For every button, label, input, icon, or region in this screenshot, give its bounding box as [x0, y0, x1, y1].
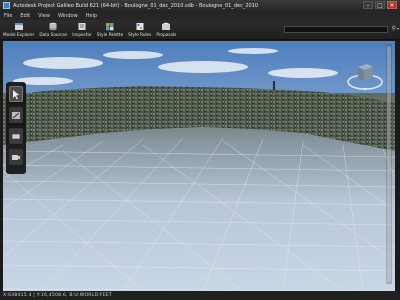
navigation-palette: [6, 82, 26, 174]
menu-help[interactable]: Help: [86, 13, 97, 19]
proposals-button[interactable]: Proposals: [156, 20, 176, 37]
terrain-scene: [3, 41, 395, 291]
maximize-button[interactable]: □: [375, 1, 385, 9]
proposals-icon: [162, 22, 171, 30]
window-controls: – □ ✕: [363, 1, 397, 9]
style-palette-label: Style Palette: [96, 32, 124, 37]
scrollbar-thumb[interactable]: [387, 46, 391, 282]
inspector-label: Inspector: [72, 32, 92, 37]
data-sources-button[interactable]: Data Sources: [39, 20, 67, 37]
search-icon[interactable]: ⚲: [392, 25, 396, 32]
select-tool-icon: [13, 89, 19, 99]
layer-tool-button[interactable]: [9, 128, 23, 144]
proposals-label: Proposals: [156, 32, 177, 37]
tower: [273, 81, 275, 90]
select-tool-button[interactable]: [9, 86, 23, 102]
menu-bar: File Edit View Window Help: [0, 11, 400, 20]
model-explorer-label: Model Explorer: [3, 32, 35, 37]
app-icon: [3, 2, 10, 9]
window-title: Autodesk Project Galileo Build 621 (64-b…: [13, 2, 259, 9]
model-explorer-button[interactable]: Model Explorer: [3, 20, 34, 37]
viewcube-icon[interactable]: [345, 55, 385, 95]
camera-tool-button[interactable]: [9, 149, 23, 165]
data-sources-label: Data Sources: [39, 32, 68, 37]
coordinate-readout: X:648415.4 | Y:16,4508.6, B:U:WORLD:FEET: [3, 293, 112, 298]
title-bar: Autodesk Project Galileo Build 621 (64-b…: [0, 0, 400, 11]
viewport-scrollbar[interactable]: [386, 44, 392, 284]
data-sources-icon: [49, 22, 57, 31]
model-explorer-icon: [14, 23, 23, 30]
3d-viewport[interactable]: [3, 41, 395, 291]
chevron-down-icon[interactable]: ▾: [397, 26, 399, 31]
draw-tool-button[interactable]: [9, 107, 23, 123]
layer-tool-icon: [12, 133, 20, 139]
inspector-icon: [78, 23, 86, 30]
menu-file[interactable]: File: [4, 13, 12, 19]
minimize-button[interactable]: –: [363, 1, 373, 9]
camera-tool-icon: [12, 154, 20, 160]
style-rules-button[interactable]: Style Rules: [128, 20, 151, 37]
style-rules-label: Style Rules: [128, 32, 152, 37]
status-bar: X:648415.4 | Y:16,4508.6, B:U:WORLD:FEET: [0, 291, 400, 300]
menu-view[interactable]: View: [38, 13, 50, 19]
style-palette-button[interactable]: Style Palette: [97, 20, 123, 37]
inspector-button[interactable]: Inspector: [72, 20, 92, 37]
menu-edit[interactable]: Edit: [20, 13, 30, 19]
style-rules-icon: [136, 23, 144, 30]
menu-window[interactable]: Window: [58, 13, 78, 19]
close-button[interactable]: ✕: [387, 1, 397, 9]
draw-tool-icon: [12, 111, 20, 119]
style-palette-icon: [105, 23, 114, 31]
search-input[interactable]: [284, 26, 388, 33]
